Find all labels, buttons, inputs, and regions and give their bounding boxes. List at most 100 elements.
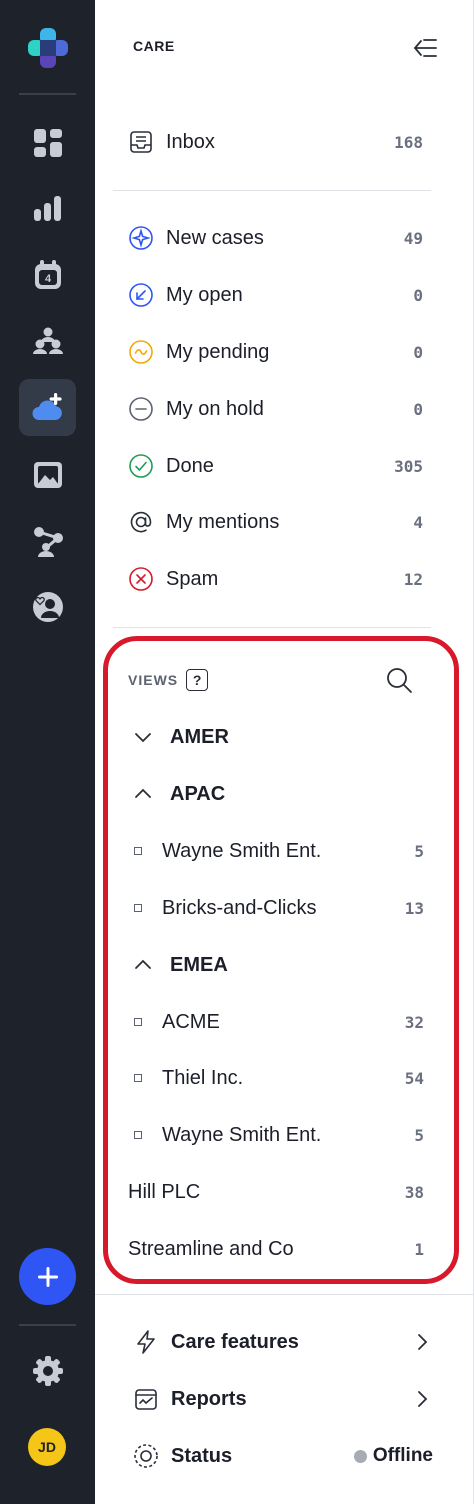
dashboard-icon — [33, 128, 62, 157]
reports-item[interactable]: Reports — [133, 1379, 433, 1419]
rail-divider — [19, 93, 76, 95]
view-count: 1 — [414, 1239, 424, 1259]
community-icon — [32, 591, 63, 622]
queue-label: My open — [166, 283, 243, 306]
team-button[interactable] — [19, 312, 76, 369]
workflow-button[interactable] — [19, 513, 76, 570]
user-avatar[interactable]: JD — [28, 1428, 66, 1466]
on-hold-icon — [129, 397, 153, 421]
view-count: 13 — [404, 898, 424, 918]
analytics-icon — [33, 195, 61, 221]
queue-label: Spam — [166, 567, 219, 590]
open-icon — [129, 283, 153, 307]
chevron-right-icon — [418, 1334, 428, 1350]
queue-count: 305 — [394, 456, 423, 476]
calendar-button[interactable]: 4 — [19, 246, 76, 303]
view-count: 54 — [404, 1068, 424, 1088]
view-label: Thiel Inc. — [162, 1066, 244, 1089]
rail-divider — [19, 1324, 76, 1326]
queue-count: 4 — [413, 512, 423, 532]
view-item[interactable]: Hill PLC 38 — [128, 1172, 424, 1212]
view-group-emea[interactable]: EMEA — [128, 945, 424, 985]
chevron-up-icon — [135, 788, 151, 798]
status-item[interactable]: Status Offline — [133, 1436, 433, 1476]
view-label: Streamline and Co — [128, 1237, 294, 1260]
pending-icon — [129, 340, 153, 364]
queue-count: 12 — [403, 569, 423, 589]
analytics-button[interactable] — [19, 180, 76, 237]
view-item[interactable]: Streamline and Co 1 — [128, 1229, 424, 1269]
chevron-down-icon — [135, 733, 151, 743]
status-label: Status — [171, 1444, 233, 1467]
view-item[interactable]: ACME 32 — [128, 1002, 424, 1042]
care-icon — [32, 392, 62, 420]
views-help-icon[interactable]: ? — [186, 669, 209, 691]
care-button[interactable] — [19, 379, 76, 436]
views-header: VIEWS ? — [128, 669, 209, 691]
queue-item-my-open[interactable]: My open 0 — [128, 275, 423, 315]
queue-item-my-on-hold[interactable]: My on hold 0 — [128, 389, 423, 429]
care-panel: CARE Inbox 168 New cases 49 My open 0 My… — [95, 0, 474, 1504]
calendar-icon: 4 — [34, 259, 61, 289]
media-button[interactable] — [19, 446, 76, 503]
view-group-apac[interactable]: APAC — [128, 774, 424, 814]
reports-icon — [135, 1389, 157, 1410]
view-label: Wayne Smith Ent. — [162, 839, 322, 862]
community-button[interactable] — [19, 578, 76, 635]
view-item[interactable]: Wayne Smith Ent. 5 — [128, 831, 424, 871]
view-label: Bricks-and-Clicks — [162, 896, 317, 919]
view-bullet-icon — [134, 1131, 142, 1139]
inbox-item[interactable]: Inbox 168 — [128, 122, 423, 162]
queue-count: 0 — [413, 342, 423, 362]
views-title: VIEWS — [128, 672, 179, 688]
logo-icon[interactable] — [28, 28, 68, 68]
view-label: Wayne Smith Ent. — [162, 1123, 322, 1146]
offline-dot-icon — [353, 1449, 367, 1463]
view-bullet-icon — [134, 1018, 142, 1026]
queue-item-spam[interactable]: Spam 12 — [128, 559, 423, 599]
nav-rail: 4 JD — [0, 0, 95, 1504]
spam-icon — [129, 567, 153, 591]
new-cases-icon — [129, 226, 153, 250]
create-button[interactable] — [19, 1248, 76, 1305]
queue-item-new-cases[interactable]: New cases 49 — [128, 218, 423, 258]
svg-text:4: 4 — [44, 273, 51, 285]
mention-icon — [130, 511, 152, 533]
queue-label: My on hold — [166, 397, 264, 420]
plus-icon — [37, 1266, 58, 1287]
footer-divider — [95, 1294, 474, 1295]
status-indicator[interactable]: Offline — [353, 1445, 433, 1467]
team-icon — [32, 327, 63, 354]
queue-item-my-mentions[interactable]: My mentions 4 — [128, 502, 423, 542]
queue-count: 0 — [413, 399, 423, 419]
view-group-amer[interactable]: AMER — [128, 717, 424, 757]
view-label: ACME — [162, 1010, 220, 1033]
status-icon — [134, 1444, 158, 1468]
view-count: 5 — [414, 841, 424, 861]
view-item[interactable]: Bricks-and-Clicks 13 — [128, 888, 424, 928]
views-section: VIEWS ? AMER APAC Wayne Smith Ent. 5 Bri… — [103, 636, 459, 1284]
view-item[interactable]: Thiel Inc. 54 — [128, 1058, 424, 1098]
queue-count: 49 — [403, 228, 423, 248]
reports-label: Reports — [171, 1387, 247, 1410]
chevron-up-icon — [135, 959, 151, 969]
view-group-label: AMER — [170, 725, 229, 748]
queue-label: Done — [166, 454, 214, 477]
panel-title: CARE — [133, 38, 175, 54]
dashboard-button[interactable] — [19, 114, 76, 171]
view-group-label: APAC — [170, 782, 226, 805]
queue-item-my-pending[interactable]: My pending 0 — [128, 332, 423, 372]
search-icon[interactable] — [384, 665, 414, 695]
care-features-item[interactable]: Care features — [133, 1322, 433, 1362]
view-count: 32 — [404, 1012, 424, 1032]
collapse-panel-icon[interactable] — [411, 34, 439, 62]
view-item[interactable]: Wayne Smith Ent. 5 — [128, 1115, 424, 1155]
chevron-right-icon — [418, 1391, 428, 1407]
view-bullet-icon — [134, 847, 142, 855]
view-count: 38 — [404, 1182, 424, 1202]
section-divider — [113, 627, 431, 628]
status-value: Offline — [372, 1445, 433, 1466]
queue-item-done[interactable]: Done 305 — [128, 446, 423, 486]
settings-button[interactable] — [19, 1342, 76, 1399]
view-label: Hill PLC — [128, 1180, 201, 1203]
